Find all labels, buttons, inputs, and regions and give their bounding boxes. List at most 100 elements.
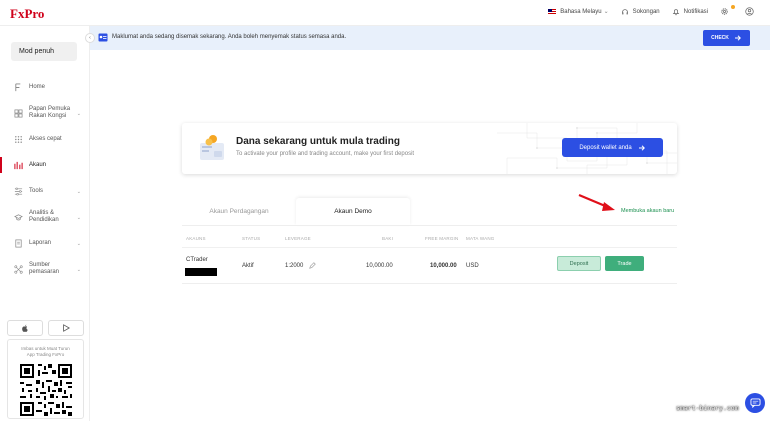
- column-header: MATA WANG: [466, 236, 495, 241]
- qr-code: [18, 362, 74, 418]
- bell-icon: [672, 8, 679, 15]
- table-row: CTrader Aktif 1:2000 10,000.00 10,000.00…: [182, 248, 677, 284]
- chevron-down-icon: ⌄: [76, 267, 81, 273]
- sidebar-item-label: Analitis & Pendidikan: [29, 209, 59, 223]
- sidebar-item-label: Akaun: [29, 162, 47, 168]
- settings-badge: [731, 5, 735, 9]
- edit-pencil-icon[interactable]: [309, 262, 316, 269]
- account-free-margin: 10,000.00: [430, 263, 457, 269]
- table-header: AKAUNS STATUS LEVERAGE BAKI FREE MARGIN …: [182, 228, 677, 248]
- dashboard-icon: [14, 109, 23, 117]
- full-mode-button[interactable]: Mod penuh: [11, 42, 77, 61]
- sidebar-item-label: Laporan: [29, 240, 52, 246]
- chevron-down-icon: ⌄: [76, 189, 81, 195]
- accounts-icon: [14, 161, 23, 169]
- apple-icon: [22, 324, 28, 332]
- account-tabs: Akaun Perdagangan Akaun Demo: [182, 198, 410, 225]
- arrow-right-icon: [734, 35, 741, 41]
- tab-trading-accounts[interactable]: Akaun Perdagangan: [182, 198, 296, 225]
- google-play-button[interactable]: [48, 320, 84, 336]
- account-number-redacted: [185, 268, 217, 276]
- fxpro-logo[interactable]: FxPro: [10, 6, 44, 22]
- collapse-sidebar-button[interactable]: ‹: [85, 33, 95, 43]
- column-header: BAKI: [382, 236, 394, 241]
- chat-icon: [750, 398, 760, 408]
- sidebar-item-label: Tools: [29, 188, 44, 194]
- marketing-icon: [14, 264, 23, 274]
- sidebar-item-tools[interactable]: Tools ⌄: [0, 178, 90, 204]
- notifications-link[interactable]: Notifikasi: [672, 8, 708, 16]
- tab-demo-accounts[interactable]: Akaun Demo: [296, 198, 410, 225]
- deposit-button[interactable]: Deposit: [557, 256, 601, 271]
- top-right-menu: Bahasa Melayu ⌄ Sokongan Notifikasi: [536, 5, 758, 16]
- language-label: Bahasa Melayu: [560, 8, 602, 15]
- wallet-illustration-icon: [200, 135, 224, 160]
- app-qr-panel: Imbas untuk Muat Turun App Trading FxPro: [7, 339, 84, 419]
- trade-button[interactable]: Trade: [605, 256, 644, 271]
- sidebar-item-reports[interactable]: Laporan ⌄: [0, 230, 90, 256]
- chevron-down-icon: ⌄: [76, 215, 81, 221]
- tools-icon: [14, 187, 23, 195]
- sidebar-nav: Home Papan Pemuka Rakan Kongsi ⌄ Akses c…: [0, 74, 90, 282]
- user-icon: [745, 7, 754, 16]
- promo-subtitle: To activate your profile and trading acc…: [236, 151, 415, 157]
- main-content: ‹ Maklumat anda sedang disemak sekarang.…: [85, 26, 770, 421]
- deposit-wallet-label: Deposit wallet anda: [579, 144, 632, 151]
- sidebar-item-analytics[interactable]: Analitis & Pendidikan ⌄: [0, 204, 90, 230]
- support-label: Sokongan: [632, 8, 660, 15]
- check-label: CHECK: [711, 35, 729, 41]
- qr-caption: Imbas untuk Muat Turun App Trading FxPro: [21, 346, 70, 358]
- watermark-text: smart-binary.com: [676, 404, 739, 412]
- settings-button[interactable]: [720, 5, 735, 16]
- column-header: FREE MARGIN: [425, 236, 459, 241]
- arrow-right-icon: [638, 144, 645, 151]
- verification-notice: ‹ Maklumat anda sedang disemak sekarang.…: [85, 26, 770, 50]
- gear-icon: [721, 8, 728, 15]
- account-currency: USD: [466, 263, 479, 269]
- sidebar-item-partner-dashboard[interactable]: Papan Pemuka Rakan Kongsi ⌄: [0, 100, 90, 126]
- deposit-wallet-button[interactable]: Deposit wallet anda: [562, 138, 663, 157]
- analytics-icon: [14, 213, 23, 220]
- accounts-table: AKAUNS STATUS LEVERAGE BAKI FREE MARGIN …: [182, 228, 677, 284]
- app-store-links: [7, 320, 84, 336]
- sidebar-item-home[interactable]: Home: [0, 74, 90, 100]
- check-status-button[interactable]: CHECK: [703, 30, 750, 46]
- language-selector[interactable]: Bahasa Melayu ⌄: [548, 8, 609, 15]
- app-store-button[interactable]: [7, 320, 43, 336]
- malaysia-flag-icon: [548, 8, 557, 15]
- sidebar-item-accounts[interactable]: Akaun: [0, 152, 90, 178]
- support-link[interactable]: Sokongan: [621, 8, 660, 16]
- headset-icon: [621, 8, 628, 14]
- chevron-down-icon: ⌄: [76, 241, 81, 247]
- chevron-down-icon: ⌄: [76, 111, 81, 117]
- sidebar-item-label: Home: [29, 84, 46, 90]
- account-balance: 10,000.00: [366, 263, 393, 269]
- grid-icon: [15, 135, 22, 143]
- chevron-left-icon: ‹: [89, 35, 91, 41]
- open-new-account-link[interactable]: Membuka akaun baru: [621, 208, 674, 214]
- profile-button[interactable]: [745, 7, 758, 16]
- live-chat-button[interactable]: [745, 393, 765, 413]
- promo-title: Dana sekarang untuk mula trading: [236, 136, 400, 147]
- chevron-down-icon: ⌄: [603, 9, 609, 15]
- report-icon: [15, 239, 22, 247]
- sidebar-item-label: Akses cepat: [29, 136, 62, 142]
- notifications-label: Notifikasi: [683, 8, 708, 15]
- top-bar: FxPro Bahasa Melayu ⌄ Sokongan Notifikas…: [0, 0, 770, 26]
- account-leverage: 1:2000: [285, 263, 304, 269]
- notice-message: Maklumat anda sedang disemak sekarang. A…: [112, 34, 347, 40]
- column-header: STATUS: [242, 236, 261, 241]
- play-store-icon: [63, 324, 70, 332]
- sidebar-item-marketing[interactable]: Sumber pemasaran ⌄: [0, 256, 90, 282]
- sidebar-item-label: Papan Pemuka Rakan Kongsi: [29, 105, 71, 119]
- home-icon: [15, 82, 21, 91]
- sidebar-item-quick-access[interactable]: Akses cepat: [0, 126, 90, 152]
- tabs-divider: [182, 225, 677, 226]
- column-header: AKAUNS: [186, 236, 206, 241]
- red-arrow-annotation-icon: [578, 193, 615, 211]
- account-status: Aktif: [242, 263, 254, 269]
- funding-promo-card: Dana sekarang untuk mula trading To acti…: [182, 123, 677, 174]
- column-header: LEVERAGE: [285, 236, 311, 241]
- platform-name: CTrader: [186, 257, 208, 263]
- sidebar: Mod penuh Home Papan Pemuka Rakan Kongsi…: [0, 26, 90, 421]
